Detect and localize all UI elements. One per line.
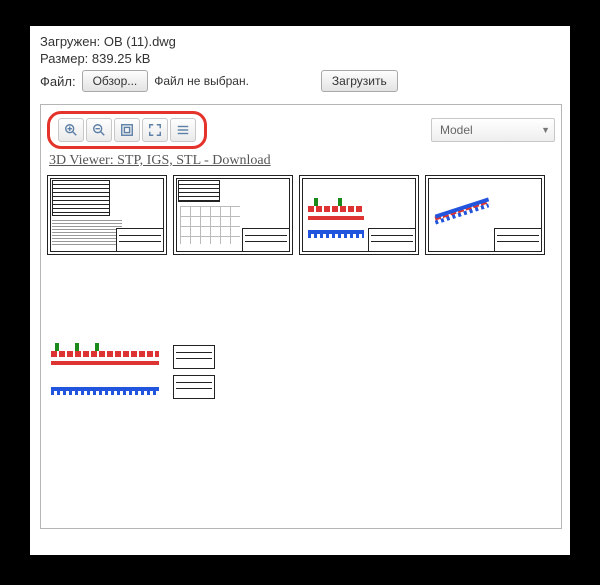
titleblock-fragment[interactable] — [173, 345, 215, 369]
fullscreen-icon — [148, 123, 162, 137]
layers-icon — [176, 123, 190, 137]
sheet-thumbnails — [47, 175, 555, 255]
loaded-filename: ОВ (11).dwg — [104, 34, 176, 49]
3d-viewer-link[interactable]: 3D Viewer: STP, IGS, STL - Download — [49, 153, 555, 169]
file-status: Файл не выбран. — [154, 74, 249, 88]
model-select[interactable]: Model ▼ — [431, 118, 555, 142]
zoom-out-icon — [92, 123, 106, 137]
sheet-thumb[interactable] — [299, 175, 419, 255]
drawing-fragment[interactable] — [47, 345, 163, 407]
fit-window-icon — [120, 123, 134, 137]
sheet-thumb[interactable] — [47, 175, 167, 255]
browse-button[interactable]: Обзор... — [82, 70, 149, 92]
chevron-down-icon: ▼ — [541, 125, 550, 135]
size-value: 839.25 kB — [92, 51, 151, 66]
viewer-toolbar — [47, 111, 207, 149]
size-label: Размер: — [40, 51, 88, 66]
model-select-value: Model — [440, 123, 473, 137]
file-label: Файл: — [40, 74, 76, 89]
layers-button[interactable] — [170, 118, 196, 142]
fullscreen-button[interactable] — [142, 118, 168, 142]
sheet-thumb[interactable] — [173, 175, 293, 255]
titleblock-fragment[interactable] — [173, 375, 215, 399]
upload-button[interactable]: Загрузить — [321, 70, 398, 92]
fit-window-button[interactable] — [114, 118, 140, 142]
loaded-label: Загружен: — [40, 34, 100, 49]
sheet-thumb[interactable] — [425, 175, 545, 255]
zoom-in-icon — [64, 123, 78, 137]
viewer-panel: Model ▼ 3D Viewer: STP, IGS, STL - Downl… — [40, 104, 562, 529]
zoom-out-button[interactable] — [86, 118, 112, 142]
zoom-in-button[interactable] — [58, 118, 84, 142]
model-content — [47, 345, 555, 407]
